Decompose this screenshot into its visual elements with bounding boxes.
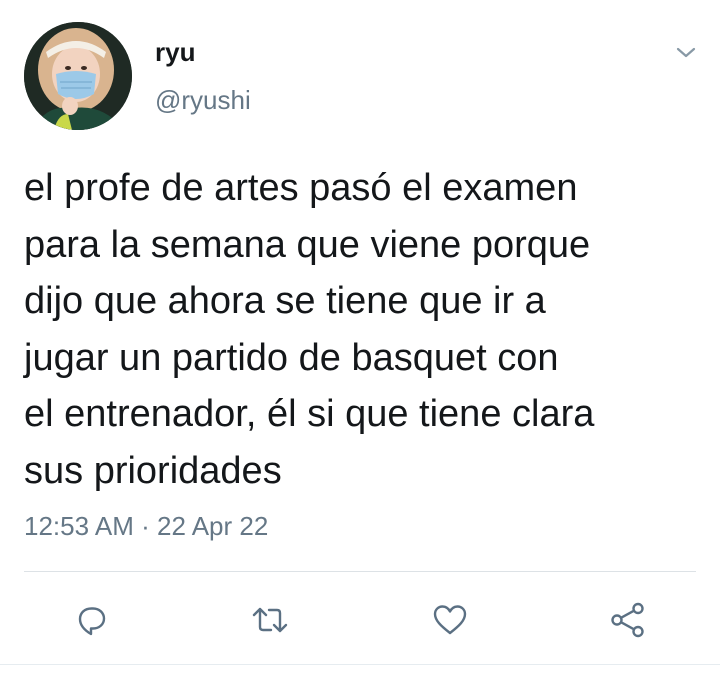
heart-icon bbox=[433, 605, 467, 635]
chevron-down-icon[interactable] bbox=[672, 38, 700, 66]
tweet-date: 22 Apr 22 bbox=[157, 511, 269, 541]
reply-button[interactable] bbox=[70, 598, 114, 642]
share-button[interactable] bbox=[606, 598, 650, 642]
reply-icon bbox=[78, 607, 106, 636]
share-icon bbox=[611, 602, 644, 638]
tweet-time: 12:53 AM bbox=[24, 511, 134, 541]
like-button[interactable] bbox=[428, 598, 472, 642]
avatar[interactable] bbox=[24, 22, 132, 130]
divider bbox=[24, 571, 696, 572]
display-name[interactable]: ryu bbox=[155, 39, 195, 65]
retweet-button[interactable] bbox=[248, 598, 292, 642]
tweet-text: el profe de artes pasó el examen para la… bbox=[24, 167, 595, 492]
timestamp-separator: · bbox=[141, 511, 150, 541]
avatar-image bbox=[24, 22, 132, 130]
user-handle[interactable]: @ryushi bbox=[155, 87, 251, 113]
tweet-timestamp[interactable]: 12:53 AM · 22 Apr 22 bbox=[24, 511, 268, 542]
bottom-divider bbox=[0, 664, 720, 665]
retweet-icon bbox=[252, 607, 288, 633]
